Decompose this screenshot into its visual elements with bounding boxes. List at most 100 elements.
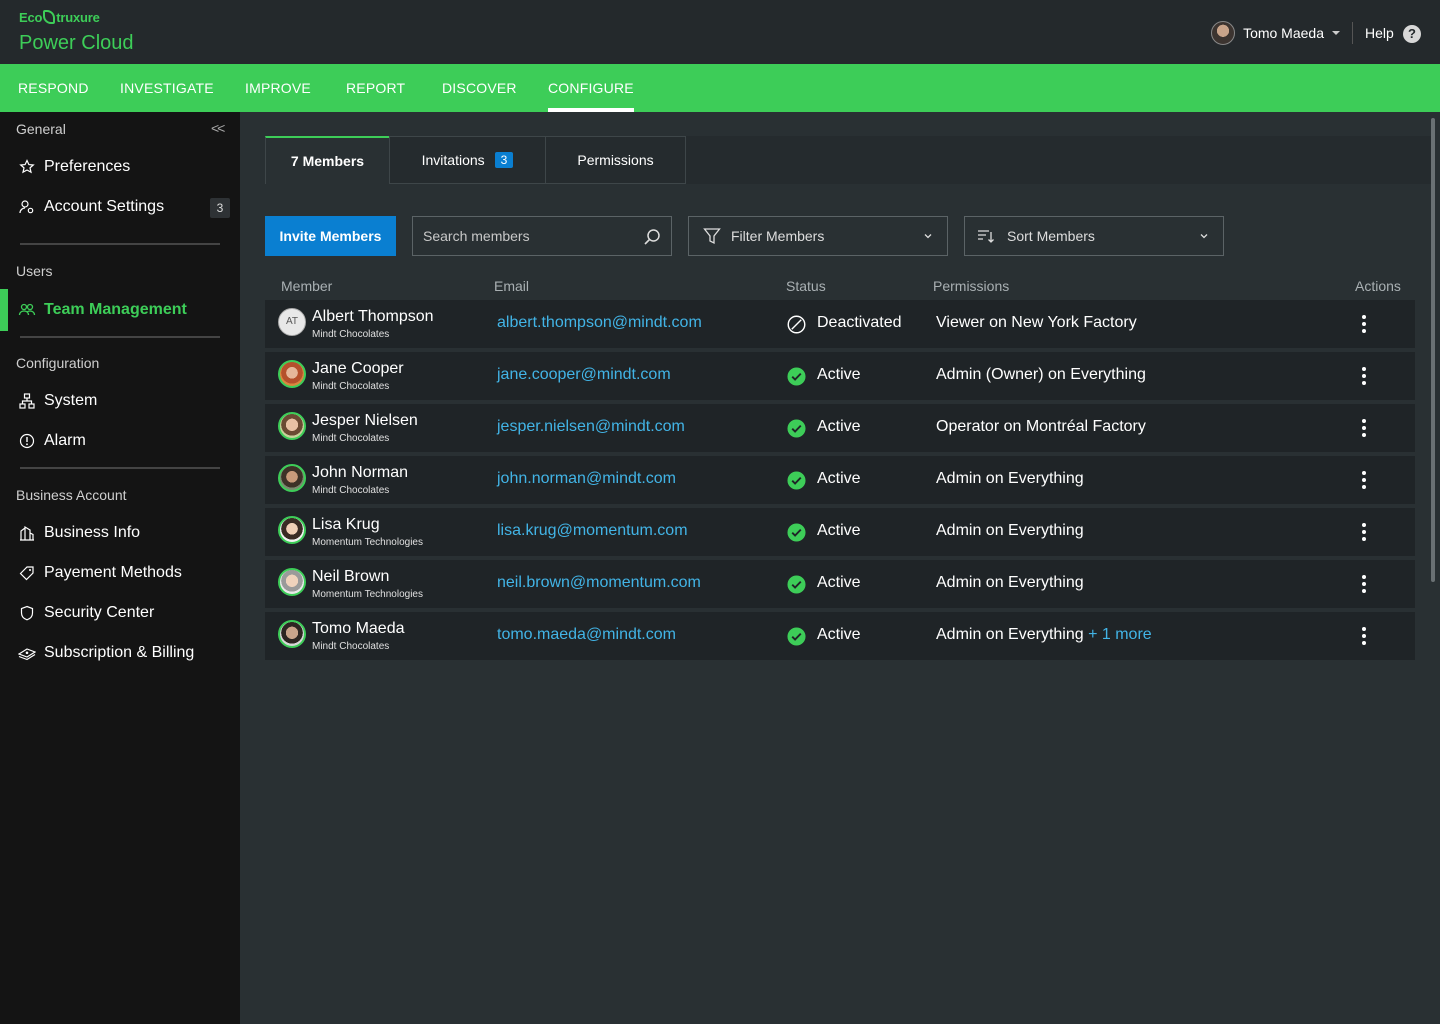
tab-invitations[interactable]: Invitations 3 [389, 136, 546, 184]
section-general: General [16, 121, 66, 137]
sort-icon [978, 230, 994, 243]
sidebar-item-account-settings[interactable]: Account Settings 3 [0, 189, 240, 225]
member-organization: Mindt Chocolates [312, 641, 390, 652]
table-row[interactable]: Lisa Krug Momentum Technologies lisa.kru… [265, 508, 1415, 556]
filter-icon [703, 228, 721, 245]
row-actions-kebab-icon[interactable] [1361, 575, 1367, 593]
permission-text: Viewer on New York Factory [936, 314, 1137, 331]
nav-report[interactable]: REPORT [346, 64, 405, 112]
row-actions-kebab-icon[interactable] [1361, 315, 1367, 333]
row-actions-kebab-icon[interactable] [1361, 419, 1367, 437]
member-email-link[interactable]: john.norman@mindt.com [497, 470, 676, 488]
sidebar-item-preferences[interactable]: Preferences [0, 149, 240, 185]
permission-text: Admin on Everything [936, 626, 1084, 643]
member-email-link[interactable]: lisa.krug@momentum.com [497, 522, 688, 540]
member-email-link[interactable]: neil.brown@momentum.com [497, 574, 701, 592]
row-actions-kebab-icon[interactable] [1361, 471, 1367, 489]
tab-permissions[interactable]: Permissions [545, 136, 686, 184]
member-email-link[interactable]: albert.thompson@mindt.com [497, 314, 702, 332]
member-email-link[interactable]: jesper.nielsen@mindt.com [497, 418, 685, 436]
search-icon[interactable] [643, 228, 661, 246]
help-icon[interactable]: ? [1403, 25, 1421, 43]
hierarchy-icon [18, 392, 36, 410]
avatar: AT [278, 308, 306, 336]
scrollbar[interactable] [1431, 118, 1435, 582]
member-email-link[interactable]: jane.cooper@mindt.com [497, 366, 671, 384]
chevron-down-icon [1332, 31, 1340, 35]
nav-improve[interactable]: IMPROVE [245, 64, 311, 112]
team-icon [18, 301, 36, 319]
column-header-actions: Actions [1355, 278, 1401, 294]
help-link[interactable]: Help [1365, 25, 1394, 41]
invite-members-button[interactable]: Invite Members [265, 216, 396, 256]
user-menu[interactable]: Tomo Maeda [1211, 20, 1340, 46]
avatar [278, 412, 306, 440]
member-permission: Viewer on New York Factory [936, 314, 1137, 332]
sidebar-item-security-center[interactable]: Security Center [0, 595, 240, 631]
filter-members-dropdown[interactable]: Filter Members [688, 216, 948, 256]
sidebar-item-payment-methods[interactable]: Payement Methods [0, 555, 240, 591]
sidebar: General << Preferences Account Settings … [0, 112, 240, 1024]
avatar [278, 568, 306, 596]
account-settings-badge: 3 [210, 198, 230, 218]
permission-text: Admin on Everything [936, 574, 1084, 591]
shield-icon [18, 604, 36, 622]
sidebar-item-team-management[interactable]: Team Management [0, 289, 240, 331]
sidebar-divider [20, 467, 220, 469]
column-header-status: Status [786, 278, 826, 294]
member-status: Active [817, 574, 861, 591]
member-email-link[interactable]: tomo.maeda@mindt.com [497, 626, 676, 644]
member-name: Albert Thompson [312, 308, 434, 325]
table-row[interactable]: Jesper Nielsen Mindt Chocolates jesper.n… [265, 404, 1415, 452]
member-status: Active [817, 418, 861, 435]
member-status: Active [817, 366, 861, 383]
permission-text: Admin on Everything [936, 470, 1084, 487]
member-organization: Mindt Chocolates [312, 329, 390, 340]
nav-investigate[interactable]: INVESTIGATE [120, 64, 214, 112]
product-name: Power Cloud [19, 32, 134, 54]
collapse-sidebar-icon[interactable]: << [211, 120, 225, 136]
nav-respond[interactable]: RESPOND [18, 64, 89, 112]
top-header: Eco truxure Power Cloud Tomo Maeda Help ? [0, 0, 1440, 64]
sort-members-dropdown[interactable]: Sort Members [964, 216, 1224, 256]
tab-members[interactable]: 7 Members [265, 136, 390, 184]
sidebar-item-subscription-billing[interactable]: Subscription & Billing [0, 635, 240, 671]
money-stack-icon [18, 644, 36, 662]
search-input[interactable] [423, 228, 633, 244]
table-row[interactable]: Neil Brown Momentum Technologies neil.br… [265, 560, 1415, 608]
sidebar-item-system[interactable]: System [0, 383, 240, 419]
filter-label: Filter Members [731, 228, 825, 244]
row-actions-kebab-icon[interactable] [1361, 367, 1367, 385]
check-circle-icon [787, 627, 806, 646]
header-divider [1352, 22, 1353, 44]
chevron-down-icon [1200, 234, 1208, 239]
tab-label: Permissions [577, 152, 654, 168]
sidebar-item-alarm[interactable]: Alarm [0, 423, 240, 459]
row-actions-kebab-icon[interactable] [1361, 627, 1367, 645]
member-name: Neil Brown [312, 568, 390, 585]
avatar [278, 360, 306, 388]
user-gear-icon [18, 198, 36, 216]
member-permission: Admin on Everything [936, 574, 1084, 592]
member-permission: Admin on Everything + 1 more [936, 626, 1152, 644]
table-row[interactable]: Tomo Maeda Mindt Chocolates tomo.maeda@m… [265, 612, 1415, 660]
column-header-permissions: Permissions [933, 278, 1010, 294]
avatar [278, 620, 306, 648]
table-row[interactable]: AT Albert Thompson Mindt Chocolates albe… [265, 300, 1415, 348]
row-actions-kebab-icon[interactable] [1361, 523, 1367, 541]
more-permissions-link[interactable]: + 1 more [1088, 626, 1152, 643]
member-organization: Mindt Chocolates [312, 433, 390, 444]
nav-discover[interactable]: DISCOVER [442, 64, 517, 112]
tab-label: 7 Members [290, 153, 365, 169]
sidebar-item-label: Subscription & Billing [44, 644, 195, 661]
member-name: John Norman [312, 464, 409, 481]
leaf-logo-icon [43, 10, 56, 24]
table-row[interactable]: John Norman Mindt Chocolates john.norman… [265, 456, 1415, 504]
sidebar-item-label: Account Settings [44, 198, 165, 215]
nav-configure[interactable]: CONFIGURE [548, 64, 634, 112]
column-header-email: Email [494, 278, 530, 294]
table-row[interactable]: Jane Cooper Mindt Chocolates jane.cooper… [265, 352, 1415, 400]
deactivated-icon [787, 315, 806, 334]
sidebar-item-business-info[interactable]: Business Info [0, 515, 240, 551]
section-configuration: Configuration [16, 355, 100, 371]
